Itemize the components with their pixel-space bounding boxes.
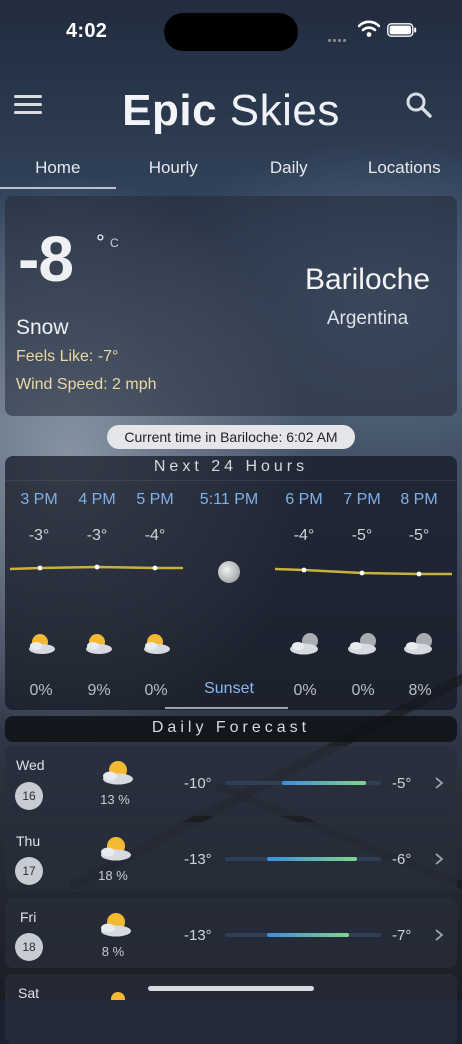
hour-precip: 0% — [276, 682, 334, 700]
temperature-unit: C — [110, 236, 119, 250]
day-low: -13° — [184, 927, 212, 944]
trend-point — [38, 566, 43, 571]
hour-precip: 0% — [127, 682, 185, 700]
hour-time: 4 PM — [68, 491, 126, 509]
sunset-underline — [165, 707, 288, 709]
temp-range-bar — [225, 857, 381, 861]
tab-home[interactable]: Home — [0, 155, 116, 191]
status-time: 4:02 — [66, 20, 107, 43]
day-high: -7° — [392, 927, 411, 944]
trend-point — [360, 571, 365, 576]
sunset-label: Sunset — [190, 680, 268, 698]
chevron-right-icon[interactable] — [433, 929, 445, 941]
wind-speed: Wind Speed: 2 mph — [16, 376, 157, 394]
temp-range-bar — [225, 933, 381, 937]
partly-cloudy-night-icon — [288, 632, 324, 656]
daily-row-sat[interactable] — [5, 974, 457, 1044]
current-temperature: -8 — [18, 222, 73, 296]
trend-point — [95, 565, 100, 570]
hour-precip: 0% — [334, 682, 392, 700]
battery-icon — [387, 23, 417, 37]
hour-column: 3 PM -3° — [10, 491, 68, 545]
hour-precip: 0% — [12, 682, 70, 700]
day-precip: 18 % — [83, 868, 143, 883]
day-low: -13° — [184, 851, 212, 868]
app-title-bold: Epic — [122, 86, 217, 135]
partly-sunny-icon — [83, 632, 115, 656]
hour-temp: -5° — [390, 527, 448, 545]
cellular-signal-icon — [328, 29, 350, 35]
feels-like: Feels Like: -7° — [16, 348, 118, 366]
home-indicator[interactable] — [148, 986, 314, 991]
sunset-column: 5:11 PM — [190, 491, 268, 509]
dynamic-island — [164, 13, 298, 51]
tab-hourly[interactable]: Hourly — [116, 155, 232, 191]
temp-range-fill — [267, 933, 349, 937]
daily-section-title: Daily Forecast — [5, 719, 457, 737]
day-name: Fri — [20, 909, 36, 925]
divider — [5, 480, 457, 481]
day-high: -6° — [392, 851, 411, 868]
wifi-icon — [358, 20, 380, 38]
partly-sunny-icon — [141, 632, 173, 656]
day-name: Wed — [16, 757, 45, 773]
temp-range-fill — [282, 781, 366, 785]
partly-sunny-icon — [104, 990, 132, 1000]
hour-temp: -3° — [68, 527, 126, 545]
hour-time: 3 PM — [10, 491, 68, 509]
day-precip: 8 % — [83, 944, 143, 959]
temp-range-fill — [267, 857, 357, 861]
moon-icon — [218, 561, 240, 583]
partly-sunny-icon — [98, 836, 134, 862]
hour-column: 7 PM -5° — [333, 491, 391, 545]
local-time-pill: Current time in Bariloche: 6:02 AM — [107, 425, 355, 449]
sunset-time: 5:11 PM — [190, 491, 268, 509]
app-title: Epic Skies — [0, 86, 462, 136]
day-name: Thu — [16, 833, 40, 849]
day-high: -5° — [392, 775, 411, 792]
hour-column: 8 PM -5° — [390, 491, 448, 545]
hour-time: 6 PM — [275, 491, 333, 509]
day-low: -10° — [184, 775, 212, 792]
hour-time: 5 PM — [126, 491, 184, 509]
tab-locations[interactable]: Locations — [347, 155, 462, 191]
hour-time: 8 PM — [390, 491, 448, 509]
tab-bar: Home Hourly Daily Locations — [0, 155, 462, 191]
day-precip: 13 % — [85, 792, 145, 807]
app-title-light: Skies — [230, 86, 340, 135]
degree-symbol: ° — [96, 230, 105, 256]
hour-precip: 9% — [70, 682, 128, 700]
chevron-right-icon[interactable] — [433, 777, 445, 789]
hour-precip: 8% — [391, 682, 449, 700]
hour-temp: -3° — [10, 527, 68, 545]
hourly-section-title: Next 24 Hours — [5, 458, 457, 476]
hour-column: 4 PM -3° — [68, 491, 126, 545]
hour-time: 7 PM — [333, 491, 391, 509]
hour-temp: -4° — [275, 527, 333, 545]
partly-cloudy-night-icon — [346, 632, 382, 656]
location-country: Argentina — [290, 308, 445, 330]
tab-daily[interactable]: Daily — [231, 155, 347, 191]
partly-sunny-icon — [98, 912, 134, 938]
date-badge: 16 — [15, 782, 43, 810]
search-icon[interactable] — [404, 90, 434, 120]
trend-point — [302, 568, 307, 573]
chevron-right-icon[interactable] — [433, 853, 445, 865]
partly-cloudy-night-icon — [402, 632, 438, 656]
partly-sunny-icon — [100, 760, 136, 786]
date-badge: 18 — [15, 933, 43, 961]
location-city: Bariloche — [290, 263, 445, 297]
temp-range-bar — [225, 781, 381, 785]
hour-temp: -4° — [126, 527, 184, 545]
day-name: Sat — [18, 985, 39, 1001]
trend-point — [153, 566, 158, 571]
hour-column: 6 PM -4° — [275, 491, 333, 545]
hour-column: 5 PM -4° — [126, 491, 184, 545]
current-condition: Snow — [16, 316, 69, 340]
hour-temp: -5° — [333, 527, 391, 545]
trend-point — [417, 572, 422, 577]
partly-sunny-icon — [26, 632, 58, 656]
date-badge: 17 — [15, 857, 43, 885]
